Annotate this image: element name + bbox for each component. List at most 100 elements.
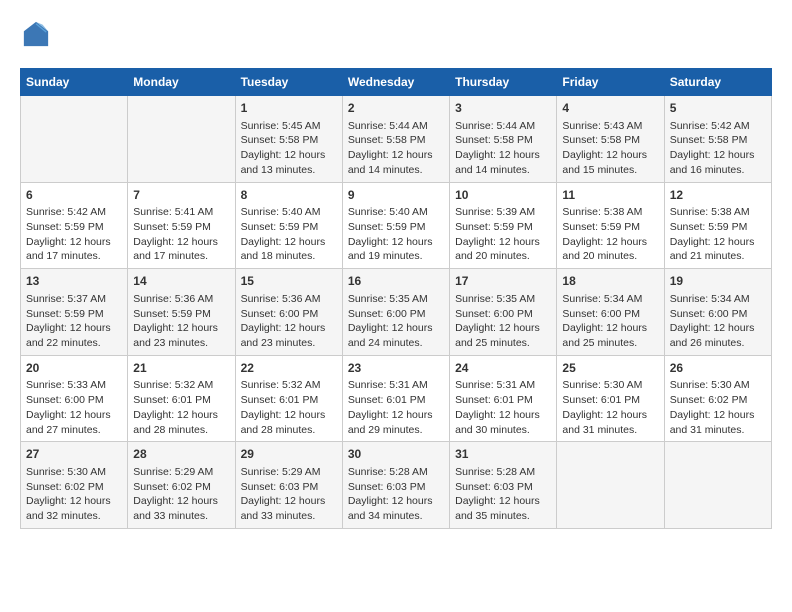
day-number: 20 xyxy=(26,360,122,377)
calendar-cell: 13Sunrise: 5:37 AMSunset: 5:59 PMDayligh… xyxy=(21,269,128,356)
day-number: 13 xyxy=(26,273,122,290)
day-content: Sunset: 6:02 PM xyxy=(26,480,122,495)
calendar-cell: 10Sunrise: 5:39 AMSunset: 5:59 PMDayligh… xyxy=(450,182,557,269)
day-content: Daylight: 12 hours xyxy=(348,321,444,336)
logo xyxy=(20,20,54,48)
day-content: Sunrise: 5:30 AM xyxy=(26,465,122,480)
day-content: and 20 minutes. xyxy=(562,249,658,264)
day-content: Sunrise: 5:29 AM xyxy=(133,465,229,480)
day-content: Sunrise: 5:42 AM xyxy=(26,205,122,220)
day-content: Daylight: 12 hours xyxy=(670,148,766,163)
day-content: and 17 minutes. xyxy=(133,249,229,264)
day-content: Sunrise: 5:32 AM xyxy=(241,378,337,393)
day-content: Sunrise: 5:41 AM xyxy=(133,205,229,220)
day-content: Sunset: 6:01 PM xyxy=(133,393,229,408)
day-number: 27 xyxy=(26,446,122,463)
day-content: and 29 minutes. xyxy=(348,423,444,438)
day-content: Sunset: 6:00 PM xyxy=(348,307,444,322)
day-content: Sunrise: 5:40 AM xyxy=(348,205,444,220)
day-content: Sunset: 6:00 PM xyxy=(241,307,337,322)
day-content: and 22 minutes. xyxy=(26,336,122,351)
day-content: Daylight: 12 hours xyxy=(133,321,229,336)
day-content: Daylight: 12 hours xyxy=(26,235,122,250)
header-cell-tuesday: Tuesday xyxy=(235,69,342,96)
day-content: and 14 minutes. xyxy=(455,163,551,178)
day-content: and 25 minutes. xyxy=(455,336,551,351)
day-number: 5 xyxy=(670,100,766,117)
header-cell-sunday: Sunday xyxy=(21,69,128,96)
day-content: Daylight: 12 hours xyxy=(562,321,658,336)
day-content: Daylight: 12 hours xyxy=(455,321,551,336)
day-content: Sunset: 6:00 PM xyxy=(670,307,766,322)
day-content: Sunrise: 5:38 AM xyxy=(562,205,658,220)
calendar-cell: 11Sunrise: 5:38 AMSunset: 5:59 PMDayligh… xyxy=(557,182,664,269)
day-content: Daylight: 12 hours xyxy=(241,235,337,250)
calendar-cell: 19Sunrise: 5:34 AMSunset: 6:00 PMDayligh… xyxy=(664,269,771,356)
day-content: Daylight: 12 hours xyxy=(26,494,122,509)
day-content: Sunset: 6:01 PM xyxy=(348,393,444,408)
page-header xyxy=(20,20,772,48)
calendar-cell: 12Sunrise: 5:38 AMSunset: 5:59 PMDayligh… xyxy=(664,182,771,269)
calendar-cell: 15Sunrise: 5:36 AMSunset: 6:00 PMDayligh… xyxy=(235,269,342,356)
calendar-cell: 9Sunrise: 5:40 AMSunset: 5:59 PMDaylight… xyxy=(342,182,449,269)
day-content: Daylight: 12 hours xyxy=(670,235,766,250)
calendar-header: SundayMondayTuesdayWednesdayThursdayFrid… xyxy=(21,69,772,96)
day-content: Sunset: 6:01 PM xyxy=(562,393,658,408)
day-content: Sunrise: 5:35 AM xyxy=(348,292,444,307)
day-number: 12 xyxy=(670,187,766,204)
day-content: Daylight: 12 hours xyxy=(241,408,337,423)
calendar-week-5: 27 Sunrise: 5:30 AMSunset: 6:02 PMDayligh… xyxy=(21,442,772,529)
day-number: 25 xyxy=(562,360,658,377)
day-content: Sunset: 6:00 PM xyxy=(455,307,551,322)
day-content: Daylight: 12 hours xyxy=(348,408,444,423)
day-content: Sunrise: 5:28 AM xyxy=(348,465,444,480)
day-number: 11 xyxy=(562,187,658,204)
calendar-cell: 28Sunrise: 5:29 AMSunset: 6:02 PMDayligh… xyxy=(128,442,235,529)
calendar-cell: 23Sunrise: 5:31 AMSunset: 6:01 PMDayligh… xyxy=(342,355,449,442)
day-content: Sunrise: 5:38 AM xyxy=(670,205,766,220)
day-content: Sunset: 6:00 PM xyxy=(26,393,122,408)
day-content: Sunrise: 5:33 AM xyxy=(26,378,122,393)
day-content: and 31 minutes. xyxy=(670,423,766,438)
calendar-cell: 5Sunrise: 5:42 AMSunset: 5:58 PMDaylight… xyxy=(664,96,771,183)
day-content: Sunrise: 5:42 AM xyxy=(670,119,766,134)
day-content: Sunset: 5:59 PM xyxy=(26,307,122,322)
day-content: and 28 minutes. xyxy=(133,423,229,438)
day-number: 23 xyxy=(348,360,444,377)
calendar-cell: 22Sunrise: 5:32 AMSunset: 6:01 PMDayligh… xyxy=(235,355,342,442)
calendar-cell xyxy=(128,96,235,183)
day-content: and 13 minutes. xyxy=(241,163,337,178)
day-number: 21 xyxy=(133,360,229,377)
day-content: and 16 minutes. xyxy=(670,163,766,178)
day-content: Daylight: 12 hours xyxy=(241,148,337,163)
day-number: 16 xyxy=(348,273,444,290)
day-content: Sunrise: 5:40 AM xyxy=(241,205,337,220)
header-row: SundayMondayTuesdayWednesdayThursdayFrid… xyxy=(21,69,772,96)
calendar-cell: 31Sunrise: 5:28 AMSunset: 6:03 PMDayligh… xyxy=(450,442,557,529)
day-content: and 28 minutes. xyxy=(241,423,337,438)
day-content: Sunset: 5:58 PM xyxy=(455,133,551,148)
day-content: and 30 minutes. xyxy=(455,423,551,438)
day-content: Daylight: 12 hours xyxy=(455,235,551,250)
day-content: Sunrise: 5:44 AM xyxy=(348,119,444,134)
day-content: Sunrise: 5:31 AM xyxy=(348,378,444,393)
day-number: 4 xyxy=(562,100,658,117)
day-content: and 33 minutes. xyxy=(241,509,337,524)
day-content: Sunrise: 5:28 AM xyxy=(455,465,551,480)
day-content: Daylight: 12 hours xyxy=(348,148,444,163)
calendar-cell xyxy=(664,442,771,529)
calendar-cell: 17Sunrise: 5:35 AMSunset: 6:00 PMDayligh… xyxy=(450,269,557,356)
calendar-cell: 29Sunrise: 5:29 AMSunset: 6:03 PMDayligh… xyxy=(235,442,342,529)
calendar-week-3: 13Sunrise: 5:37 AMSunset: 5:59 PMDayligh… xyxy=(21,269,772,356)
day-number: 2 xyxy=(348,100,444,117)
calendar-cell: 4Sunrise: 5:43 AMSunset: 5:58 PMDaylight… xyxy=(557,96,664,183)
day-content: Daylight: 12 hours xyxy=(26,408,122,423)
day-content: Sunset: 6:02 PM xyxy=(670,393,766,408)
day-content: Sunrise: 5:30 AM xyxy=(670,378,766,393)
day-number: 1 xyxy=(241,100,337,117)
day-content: and 20 minutes. xyxy=(455,249,551,264)
day-number: 17 xyxy=(455,273,551,290)
day-number: 8 xyxy=(241,187,337,204)
calendar-cell: 2Sunrise: 5:44 AMSunset: 5:58 PMDaylight… xyxy=(342,96,449,183)
calendar-table: SundayMondayTuesdayWednesdayThursdayFrid… xyxy=(20,68,772,529)
